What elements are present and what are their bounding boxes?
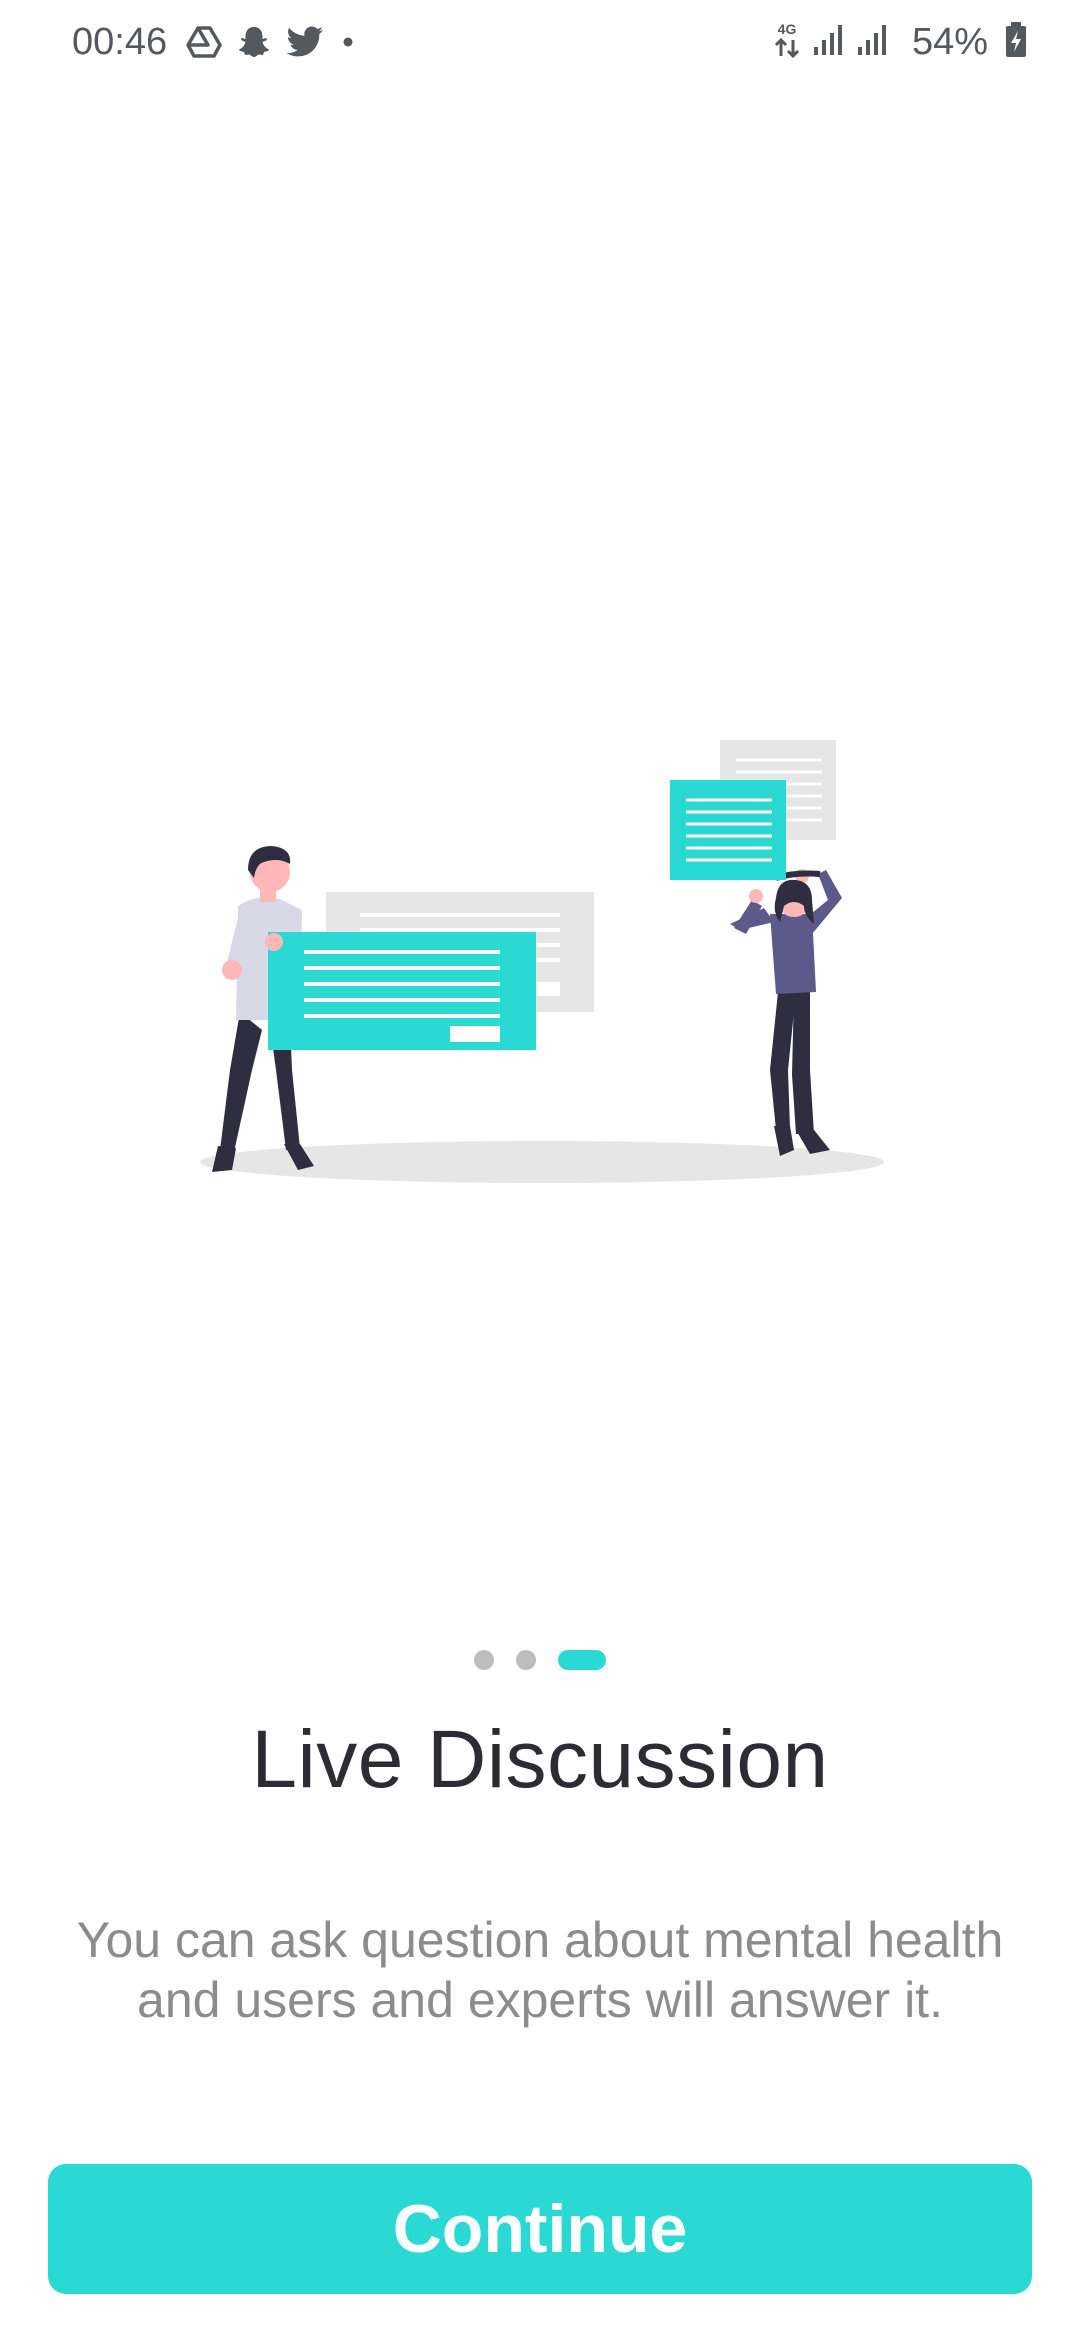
battery-charging-icon	[1004, 21, 1028, 64]
status-system-icons: 4G 54%	[772, 18, 1028, 66]
status-bar: 00:46 4G 54%	[0, 0, 1080, 84]
svg-text:4G: 4G	[778, 21, 797, 37]
status-notification-icons	[186, 20, 358, 64]
network-4g-icon: 4G	[772, 20, 802, 65]
notification-dot-icon	[338, 32, 358, 52]
continue-button[interactable]: Continue	[48, 2164, 1032, 2294]
status-time: 00:46	[72, 21, 168, 63]
page-dot-3-active[interactable]	[558, 1650, 606, 1670]
drive-icon	[186, 25, 222, 59]
signal-icon	[856, 23, 890, 62]
continue-button-label: Continue	[392, 2191, 688, 2267]
live-discussion-illustration	[190, 730, 890, 1200]
signal-icon	[812, 23, 846, 62]
battery-percent: 54%	[911, 21, 988, 63]
page-indicator	[0, 1648, 1080, 1672]
page-dot-2[interactable]	[516, 1650, 536, 1670]
front-card-right	[670, 780, 786, 880]
page-dot-1[interactable]	[474, 1650, 494, 1670]
snapchat-icon	[236, 24, 272, 60]
twitter-icon	[286, 26, 324, 58]
page-title: Live Discussion	[251, 1714, 829, 1805]
page-description: You can ask question about mental health…	[76, 1912, 1004, 2028]
woman-figure	[730, 869, 842, 1156]
